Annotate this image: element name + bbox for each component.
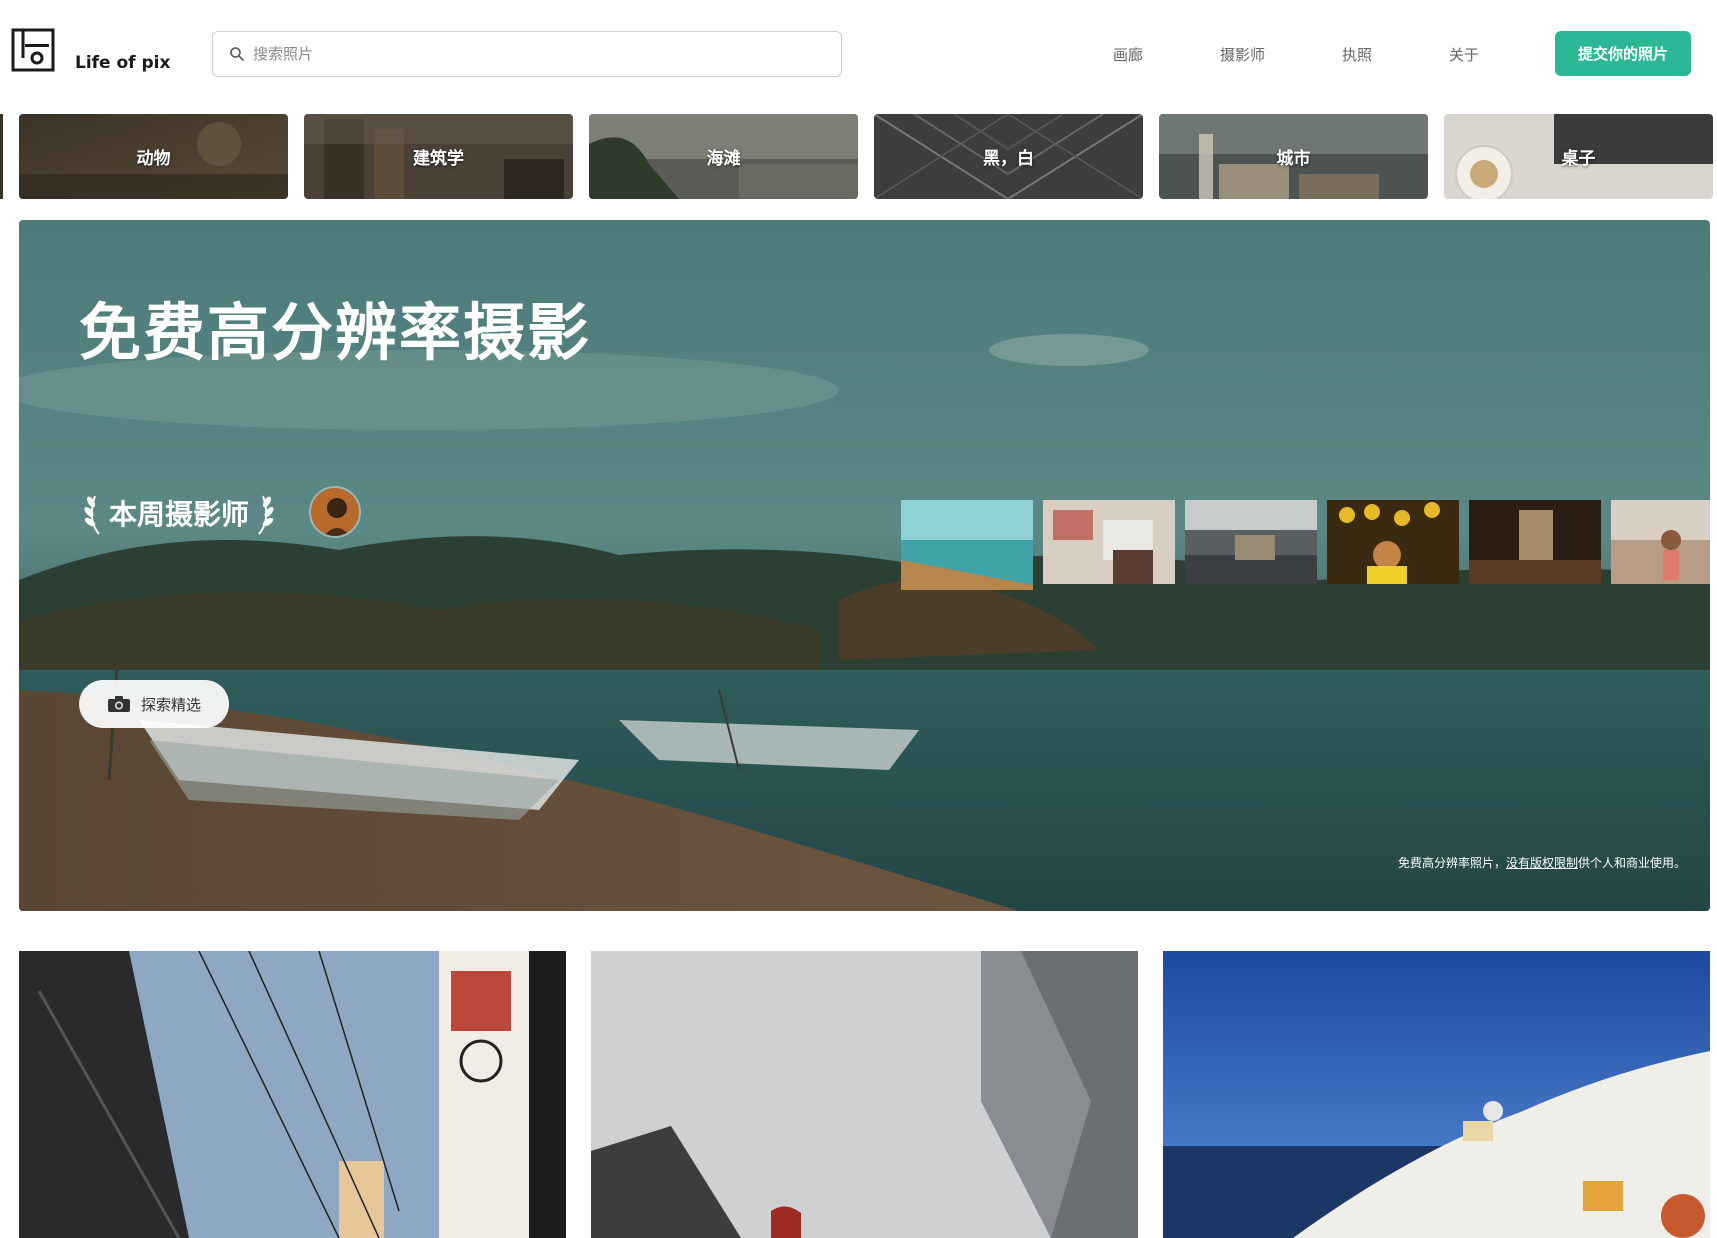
featured-thumbnail[interactable] bbox=[901, 500, 1033, 590]
submit-photo-button[interactable]: 提交你的照片 bbox=[1555, 31, 1691, 76]
category-beach[interactable]: 海滩 bbox=[589, 114, 858, 199]
explore-featured-button[interactable]: 探索精选 bbox=[79, 680, 229, 728]
featured-thumbnail-image bbox=[901, 500, 1033, 590]
nav-photographers[interactable]: 摄影师 bbox=[1220, 44, 1265, 66]
featured-thumbnail-image bbox=[1611, 500, 1710, 584]
photographer-avatar[interactable] bbox=[309, 486, 361, 538]
featured-thumbnail-image bbox=[1327, 500, 1459, 584]
featured-thumbnail[interactable] bbox=[1327, 500, 1459, 584]
featured-thumbnail[interactable] bbox=[1043, 500, 1175, 584]
category-architecture[interactable]: 建筑学 bbox=[304, 114, 573, 199]
search-input[interactable] bbox=[253, 45, 841, 63]
logo[interactable]: Life of pix bbox=[11, 28, 170, 73]
featured-thumbnail[interactable] bbox=[1185, 500, 1317, 584]
category-overflow-edge bbox=[0, 114, 3, 199]
category-label: 建筑学 bbox=[413, 149, 464, 169]
gallery-photo[interactable] bbox=[19, 951, 566, 1238]
camera-icon bbox=[107, 696, 130, 712]
no-copyright-link[interactable]: 没有版权限制 bbox=[1506, 856, 1578, 870]
nav-about[interactable]: 关于 bbox=[1449, 44, 1479, 66]
caption-prefix: 免费高分辨率照片， bbox=[1397, 856, 1506, 870]
category-label: 海滩 bbox=[706, 149, 741, 169]
gallery-photo-buildings bbox=[591, 951, 1138, 1238]
featured-thumbnail[interactable] bbox=[1469, 500, 1601, 584]
gallery-photo-tokyo-street bbox=[19, 951, 566, 1238]
category-black-white[interactable]: 黑，白 bbox=[874, 114, 1143, 199]
hero-banner: 免费高分辨率摄影 本周摄影师 探索精选 免费高分辨率照片，没有版权限制供个人和商… bbox=[19, 220, 1710, 911]
category-animals[interactable]: 动物 bbox=[19, 114, 288, 199]
search-box[interactable] bbox=[212, 31, 842, 77]
category-label: 城市 bbox=[1276, 149, 1311, 169]
nav-license[interactable]: 执照 bbox=[1342, 44, 1372, 66]
nav-gallery[interactable]: 画廊 bbox=[1113, 44, 1143, 66]
featured-thumbnail-image bbox=[1185, 500, 1317, 584]
search-icon bbox=[230, 47, 244, 61]
laurel-right-icon bbox=[258, 495, 274, 535]
gallery-photo[interactable] bbox=[591, 951, 1138, 1238]
featured-thumbnail[interactable] bbox=[1611, 500, 1710, 584]
gallery-photo-santorini bbox=[1163, 951, 1710, 1238]
category-desk[interactable]: 桌子 bbox=[1444, 114, 1713, 199]
gallery-photo[interactable] bbox=[1163, 951, 1710, 1238]
featured-thumbnail-image bbox=[1469, 500, 1601, 584]
featured-thumbnail-image bbox=[1043, 500, 1175, 584]
category-city[interactable]: 城市 bbox=[1159, 114, 1428, 199]
hero-caption: 免费高分辨率照片，没有版权限制供个人和商业使用。 bbox=[1398, 854, 1686, 871]
caption-suffix: 供个人和商业使用。 bbox=[1577, 856, 1686, 870]
photographer-of-week[interactable]: 本周摄影师 bbox=[83, 490, 275, 536]
category-label: 黑，白 bbox=[983, 149, 1034, 169]
hero-title: 免费高分辨率摄影 bbox=[79, 296, 592, 369]
site-header: Life of pix 画廊 摄影师 执照 关于 提交你的照片 bbox=[0, 0, 1717, 104]
photographer-of-week-label: 本周摄影师 bbox=[109, 498, 250, 531]
explore-featured-label: 探索精选 bbox=[140, 695, 201, 714]
logo-mark-icon bbox=[11, 28, 55, 72]
brand-name[interactable]: Life of pix bbox=[75, 53, 170, 73]
laurel-left-icon bbox=[84, 495, 100, 535]
category-label: 桌子 bbox=[1561, 149, 1596, 169]
category-label: 动物 bbox=[136, 149, 171, 169]
